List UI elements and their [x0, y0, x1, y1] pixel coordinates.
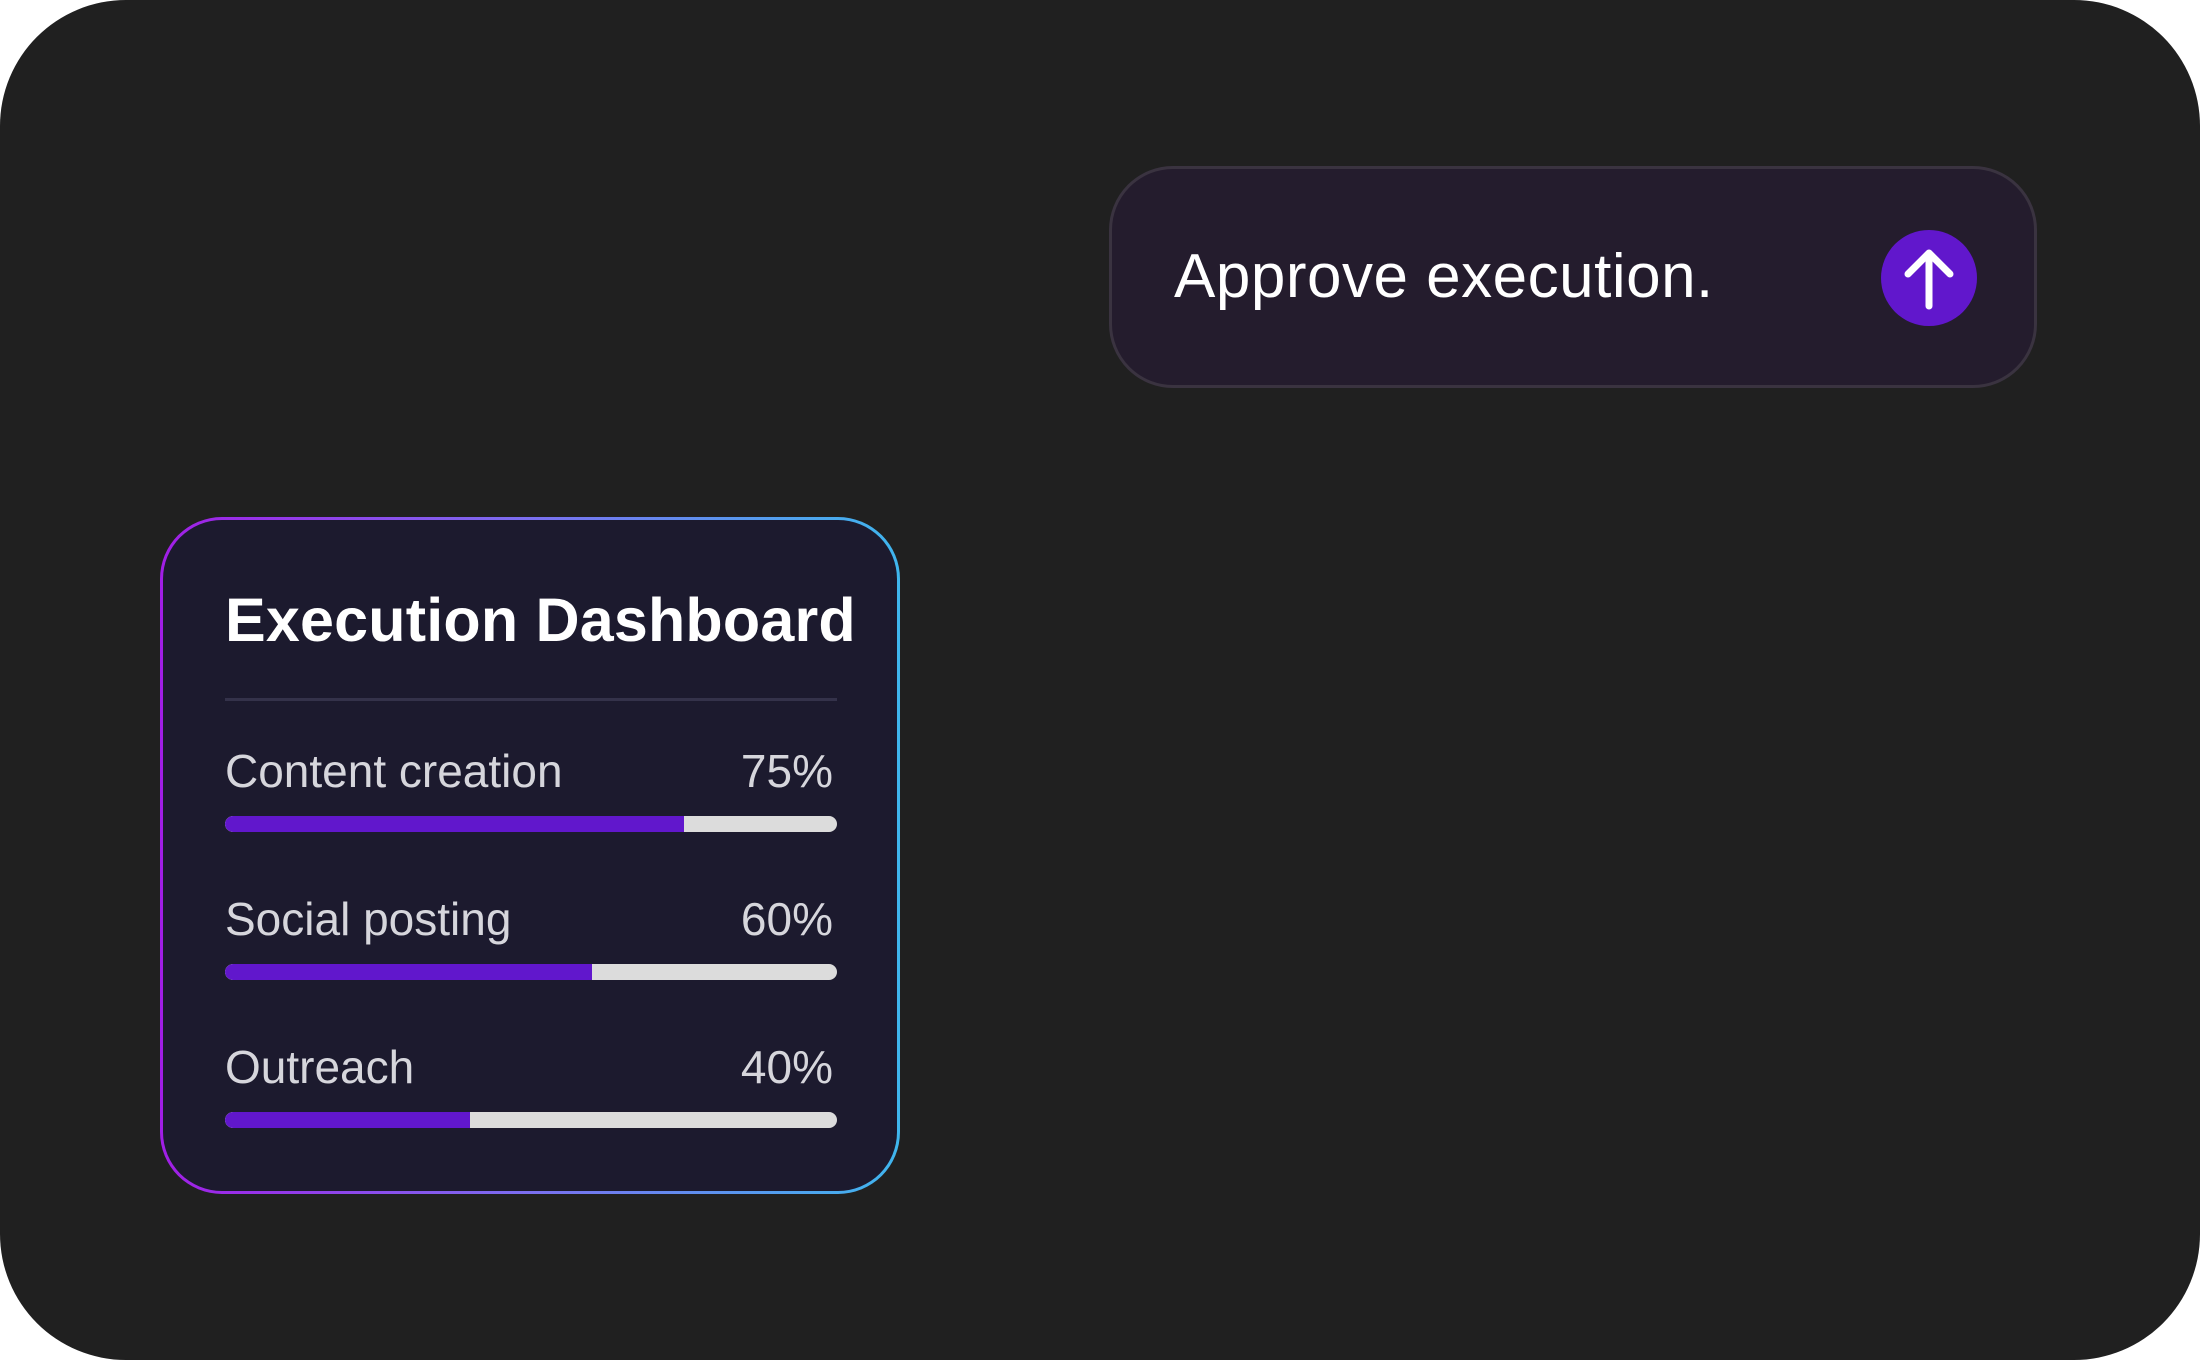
execution-dashboard-card: Execution Dashboard Content creation 75%… — [160, 517, 900, 1194]
send-button[interactable] — [1881, 230, 1977, 326]
progress-track — [225, 1112, 837, 1128]
dashboard-title: Execution Dashboard — [225, 586, 856, 654]
progress-track — [225, 816, 837, 832]
task-percent: 75% — [740, 745, 833, 797]
progress-fill — [225, 1112, 470, 1128]
task-row-social-posting: Social posting 60% — [225, 896, 837, 996]
prompt-text: Approve execution. — [1174, 242, 1714, 311]
dashboard-divider — [225, 698, 837, 701]
progress-fill — [225, 964, 593, 980]
task-row-content-creation: Content creation 75% — [225, 748, 837, 848]
progress-fill — [225, 816, 684, 832]
task-percent: 60% — [740, 893, 833, 945]
task-percent: 40% — [740, 1041, 833, 1093]
task-label: Outreach — [225, 1041, 415, 1093]
app-frame: Approve execution. Execution Dashboard C… — [0, 0, 2200, 1360]
dashboard-panel: Execution Dashboard Content creation 75%… — [163, 520, 897, 1191]
progress-track — [225, 964, 837, 980]
task-label: Social posting — [225, 893, 512, 945]
prompt-bubble: Approve execution. — [1109, 166, 2037, 388]
task-row-outreach: Outreach 40% — [225, 1044, 837, 1144]
task-label: Content creation — [225, 745, 563, 797]
arrow-up-icon — [1904, 249, 1954, 310]
